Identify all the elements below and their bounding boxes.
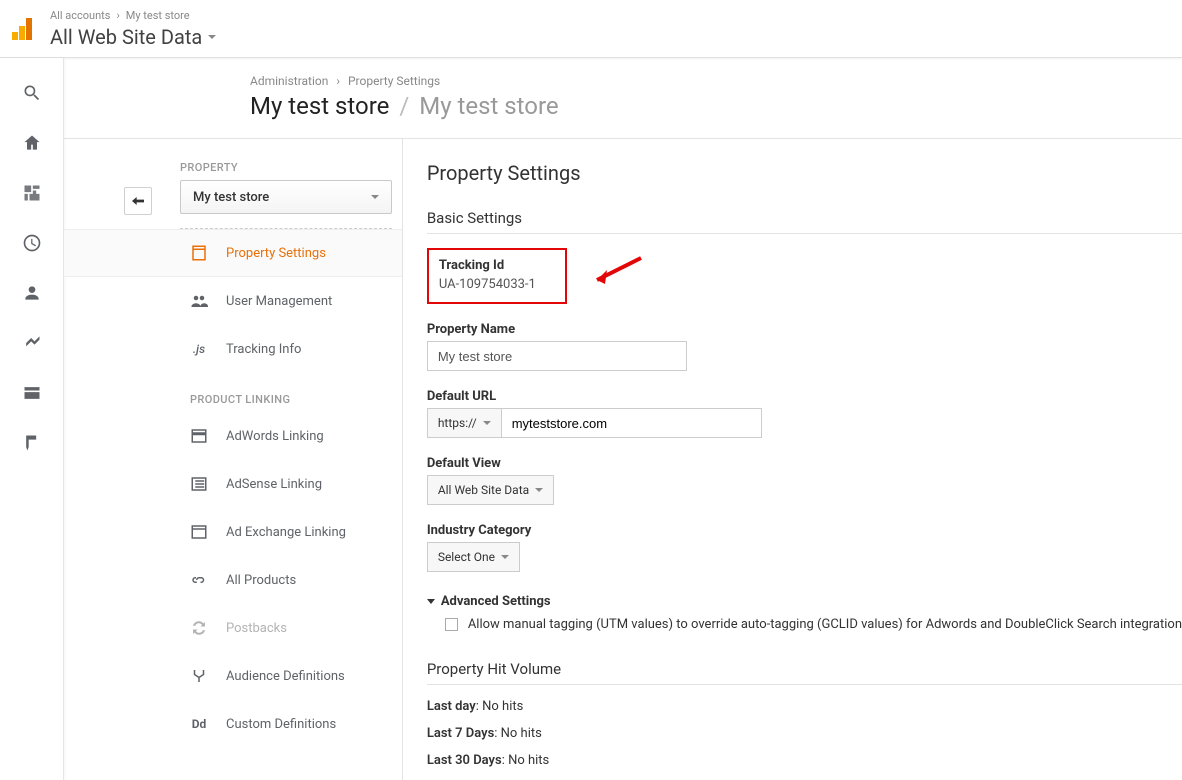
list-icon <box>190 475 208 493</box>
nav-adexchange-linking[interactable]: Ad Exchange Linking <box>64 508 402 556</box>
industry-select[interactable]: Select One <box>427 542 520 572</box>
crumb-admin[interactable]: Administration <box>250 74 328 88</box>
manual-tagging-row: Allow manual tagging (UTM values) to ove… <box>445 617 1182 632</box>
nav-adsense-linking[interactable]: AdSense Linking <box>64 460 402 508</box>
audience-icon[interactable] <box>0 268 64 318</box>
view-selector[interactable]: All Web Site Data <box>50 25 216 49</box>
nav-audience-definitions[interactable]: Audience Definitions <box>64 652 402 700</box>
callout-arrow-icon <box>581 252 651 296</box>
hit-volume-header: Property Hit Volume <box>427 660 1182 685</box>
industry-label: Industry Category <box>427 523 1182 538</box>
nav-property-settings[interactable]: Property Settings <box>64 229 402 277</box>
left-rail <box>0 58 64 780</box>
users-icon <box>190 292 208 310</box>
page-title: My test store / My test store <box>64 88 1182 138</box>
main: Administration › Property Settings My te… <box>64 58 1182 780</box>
property-section-label: PROPERTY <box>180 161 402 174</box>
tracking-id-box: Tracking Id UA-109754033-1 <box>427 248 567 304</box>
caret-down-icon <box>501 555 509 559</box>
page-icon <box>190 244 208 262</box>
page-title-main: My test store <box>250 92 389 120</box>
page-breadcrumb: Administration › Property Settings <box>64 58 1182 88</box>
caret-down-icon <box>371 195 379 199</box>
nav-tracking-info[interactable]: .js Tracking Info <box>64 325 402 373</box>
settings-panel: Property Settings Basic Settings Trackin… <box>403 139 1182 780</box>
acquisition-icon[interactable] <box>0 318 64 368</box>
nav-all-products[interactable]: All Products <box>64 556 402 604</box>
caret-down-icon <box>535 488 543 492</box>
settings-title: Property Settings <box>427 161 1182 185</box>
link-icon <box>190 571 208 589</box>
caret-down-icon <box>208 35 216 39</box>
customization-icon[interactable] <box>0 168 64 218</box>
layout-icon <box>190 427 208 445</box>
breadcrumb-property[interactable]: My test store <box>126 9 190 23</box>
sync-icon <box>190 619 208 637</box>
manual-tagging-checkbox[interactable] <box>445 618 458 631</box>
breadcrumb-account[interactable]: All accounts <box>50 9 110 23</box>
tracking-id-label: Tracking Id <box>439 258 551 273</box>
nav-postbacks[interactable]: Postbacks <box>64 604 402 652</box>
default-url-input[interactable] <box>502 408 762 438</box>
default-url-label: Default URL <box>427 389 1182 404</box>
property-nav: PROPERTY My test store Property Settings… <box>64 139 403 780</box>
hit-last-30: Last 30 Days: No hits <box>427 753 1182 768</box>
account-breadcrumb[interactable]: All accounts › My test store <box>50 9 216 23</box>
property-selector-value: My test store <box>193 190 269 205</box>
realtime-icon[interactable] <box>0 218 64 268</box>
page-title-sub: My test store <box>419 92 558 120</box>
crumb-current: Property Settings <box>348 74 440 88</box>
product-linking-label: PRODUCT LINKING <box>190 393 402 406</box>
dd-icon: Dd <box>190 715 208 733</box>
protocol-select[interactable]: https:// <box>427 408 502 438</box>
property-selector[interactable]: My test store <box>180 180 392 214</box>
hit-last-7: Last 7 Days: No hits <box>427 726 1182 741</box>
nav-adwords-linking[interactable]: AdWords Linking <box>64 412 402 460</box>
advanced-settings-toggle[interactable]: Advanced Settings <box>427 594 1182 609</box>
tracking-id-value: UA-109754033-1 <box>439 277 551 292</box>
default-view-label: Default View <box>427 456 1182 471</box>
analytics-logo-icon <box>12 18 32 40</box>
view-selector-label: All Web Site Data <box>50 25 202 49</box>
conversions-icon[interactable] <box>0 418 64 468</box>
manual-tagging-label: Allow manual tagging (UTM values) to ove… <box>468 617 1182 632</box>
js-icon: .js <box>190 340 208 358</box>
basic-settings-header: Basic Settings <box>427 209 1182 234</box>
hit-last-day: Last day: No hits <box>427 699 1182 714</box>
top-header: All accounts › My test store All Web Sit… <box>0 0 1182 58</box>
behavior-icon[interactable] <box>0 368 64 418</box>
back-button[interactable] <box>124 187 152 215</box>
default-view-select[interactable]: All Web Site Data <box>427 475 554 505</box>
caret-down-icon <box>483 421 491 425</box>
triangle-down-icon <box>427 599 435 604</box>
search-icon[interactable] <box>0 68 64 118</box>
property-name-input[interactable] <box>427 341 687 371</box>
panel-icon <box>190 523 208 541</box>
branch-icon <box>190 667 208 685</box>
nav-custom-definitions[interactable]: Dd Custom Definitions <box>64 700 402 748</box>
home-icon[interactable] <box>0 118 64 168</box>
property-name-label: Property Name <box>427 322 1182 337</box>
nav-user-management[interactable]: User Management <box>64 277 402 325</box>
